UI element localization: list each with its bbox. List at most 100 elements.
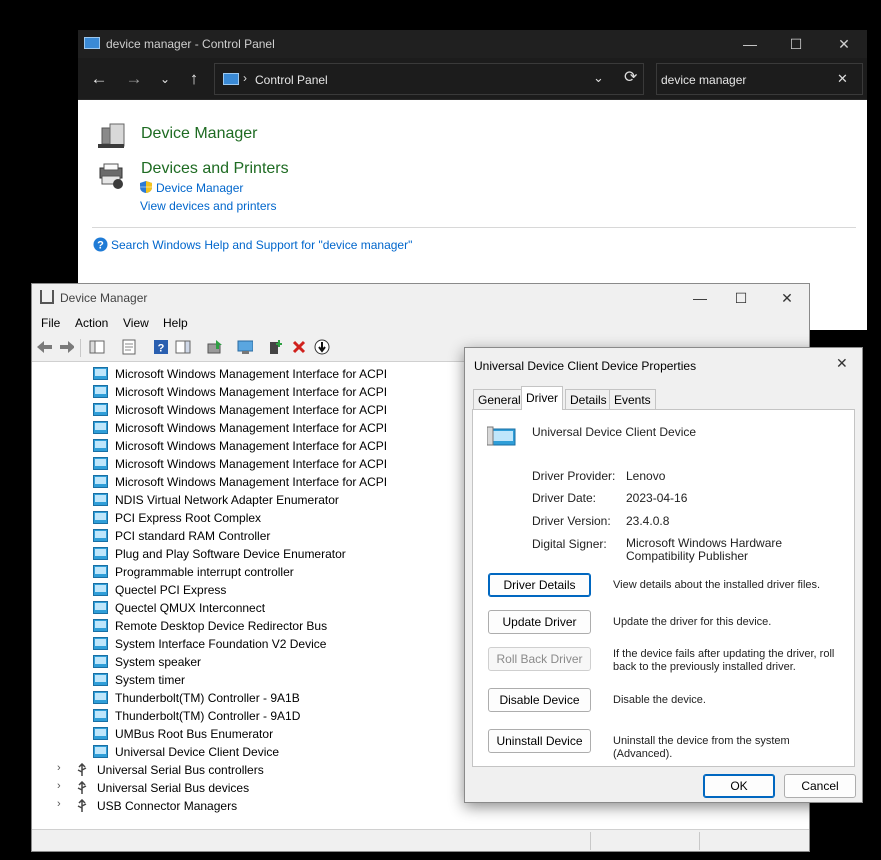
- search-input[interactable]: [661, 71, 831, 89]
- control-panel-titlebar: device manager - Control Panel — ☐ ✕: [78, 30, 867, 58]
- device-icon: [487, 426, 516, 446]
- device-manager-heading[interactable]: Device Manager: [141, 125, 258, 143]
- devices-and-printers-heading[interactable]: Devices and Printers: [141, 160, 289, 178]
- system-device-icon: [93, 727, 108, 740]
- close-icon[interactable]: ✕: [836, 355, 848, 372]
- properties-icon[interactable]: [121, 339, 137, 355]
- add-legacy-hardware-icon[interactable]: [268, 339, 284, 355]
- svg-text:?: ?: [97, 240, 104, 252]
- help-search-link[interactable]: Search Windows Help and Support for "dev…: [111, 238, 412, 252]
- driver-version-value: 23.4.0.8: [626, 514, 670, 528]
- system-device-icon: [93, 673, 108, 686]
- up-arrow-icon[interactable]: ↑: [181, 67, 207, 91]
- action-pane-icon[interactable]: [175, 339, 191, 355]
- system-device-icon: [93, 637, 108, 650]
- tree-item-label: NDIS Virtual Network Adapter Enumerator: [115, 493, 339, 507]
- back-arrow-icon[interactable]: ←: [86, 67, 112, 91]
- back-arrow-icon[interactable]: [36, 339, 52, 355]
- system-device-icon: [93, 403, 108, 416]
- cancel-button[interactable]: Cancel: [784, 774, 856, 798]
- usb-icon: [77, 763, 87, 776]
- forward-arrow-icon[interactable]: [58, 339, 74, 355]
- device-manager-link[interactable]: Device Manager: [156, 181, 243, 195]
- update-driver-icon[interactable]: [206, 339, 222, 355]
- window-title: Device Manager: [60, 291, 148, 305]
- usb-icon: [77, 781, 87, 794]
- uninstall-device-button[interactable]: Uninstall Device: [488, 729, 591, 753]
- update-driver-button[interactable]: Update Driver: [488, 610, 591, 634]
- menu-file[interactable]: File: [41, 316, 60, 330]
- help-icon: ?: [93, 237, 108, 252]
- system-device-icon: [93, 529, 108, 542]
- device-name: Universal Device Client Device: [532, 425, 697, 439]
- menu-action[interactable]: Action: [75, 316, 108, 330]
- system-device-icon: [93, 457, 108, 470]
- minimize-button[interactable]: —: [677, 284, 723, 312]
- tree-item-label: Quectel PCI Express: [115, 583, 227, 597]
- system-device-icon: [93, 493, 108, 506]
- chevron-down-icon[interactable]: ⌄: [593, 70, 604, 86]
- tree-item-label: Microsoft Windows Management Interface f…: [115, 367, 388, 381]
- tree-item-label: Microsoft Windows Management Interface f…: [115, 421, 388, 435]
- view-devices-and-printers-link[interactable]: View devices and printers: [140, 199, 277, 213]
- system-device-icon: [93, 565, 108, 578]
- menu-bar: File Action View Help: [32, 312, 809, 334]
- breadcrumb[interactable]: Control Panel: [255, 73, 328, 87]
- disable-device-description: Disable the device.: [613, 694, 706, 706]
- uninstall-device-icon[interactable]: [291, 339, 307, 355]
- tab-driver[interactable]: Driver: [521, 386, 563, 410]
- tree-item-label: Microsoft Windows Management Interface f…: [115, 403, 388, 417]
- ok-button[interactable]: OK: [703, 774, 775, 798]
- recent-locations-chevron-icon[interactable]: ⌄: [152, 67, 178, 91]
- close-button[interactable]: ✕: [764, 284, 810, 312]
- shield-icon: [140, 181, 152, 193]
- tree-item-label: Microsoft Windows Management Interface f…: [115, 385, 388, 399]
- system-device-icon: [93, 385, 108, 398]
- refresh-icon[interactable]: ⟳: [624, 67, 637, 87]
- tree-item-label: Microsoft Windows Management Interface f…: [115, 439, 388, 453]
- tree-category-label: Universal Serial Bus controllers: [97, 763, 264, 777]
- tab-events[interactable]: Events: [609, 389, 656, 409]
- driver-provider-label: Driver Provider:: [532, 469, 616, 483]
- device-manager-titlebar: Device Manager — ☐ ✕: [32, 284, 809, 312]
- dialog-title: Universal Device Client Device Propertie…: [474, 359, 697, 373]
- close-button[interactable]: ✕: [824, 30, 864, 58]
- status-divider: [590, 832, 591, 850]
- tab-general[interactable]: General: [473, 389, 526, 409]
- driver-version-label: Driver Version:: [532, 514, 611, 528]
- tree-category-label: Universal Serial Bus devices: [97, 781, 250, 795]
- disable-device-button[interactable]: Disable Device: [488, 688, 591, 712]
- system-device-icon: [93, 709, 108, 722]
- driver-details-button[interactable]: Driver Details: [488, 573, 591, 597]
- tree-item-label: System timer: [115, 673, 186, 687]
- menu-help[interactable]: Help: [163, 316, 188, 330]
- chevron-right-icon[interactable]: ›: [243, 71, 247, 85]
- properties-dialog: Universal Device Client Device Propertie…: [464, 347, 863, 803]
- expand-chevron-icon[interactable]: ›: [57, 762, 61, 774]
- device-manager-icon: [98, 123, 125, 148]
- forward-arrow-icon[interactable]: →: [121, 67, 147, 91]
- address-bar[interactable]: › Control Panel ⌄: [214, 63, 644, 95]
- maximize-button[interactable]: ☐: [718, 284, 764, 312]
- tree-item-label: Universal Device Client Device: [115, 745, 280, 759]
- search-box[interactable]: ✕: [656, 63, 863, 95]
- clear-search-icon[interactable]: ✕: [837, 71, 848, 87]
- tree-item-label: Plug and Play Software Device Enumerator: [115, 547, 346, 561]
- tree-item-label: PCI standard RAM Controller: [115, 529, 271, 543]
- maximize-button[interactable]: ☐: [776, 30, 816, 58]
- enable-device-icon[interactable]: [314, 339, 330, 355]
- roll-back-driver-button[interactable]: Roll Back Driver: [488, 647, 591, 671]
- driver-details-description: View details about the installed driver …: [613, 579, 821, 591]
- scan-for-hardware-changes-icon[interactable]: [237, 339, 253, 355]
- expand-chevron-icon[interactable]: ›: [57, 798, 61, 810]
- status-bar: [32, 829, 809, 851]
- minimize-button[interactable]: —: [730, 30, 770, 58]
- show-hide-console-tree-icon[interactable]: [89, 339, 105, 355]
- driver-provider-value: Lenovo: [626, 469, 666, 483]
- tab-details[interactable]: Details: [565, 389, 612, 409]
- status-divider: [699, 832, 700, 850]
- help-icon[interactable]: ?: [153, 339, 169, 355]
- tree-item-label: System speaker: [115, 655, 202, 669]
- expand-chevron-icon[interactable]: ›: [57, 780, 61, 792]
- menu-view[interactable]: View: [123, 316, 149, 330]
